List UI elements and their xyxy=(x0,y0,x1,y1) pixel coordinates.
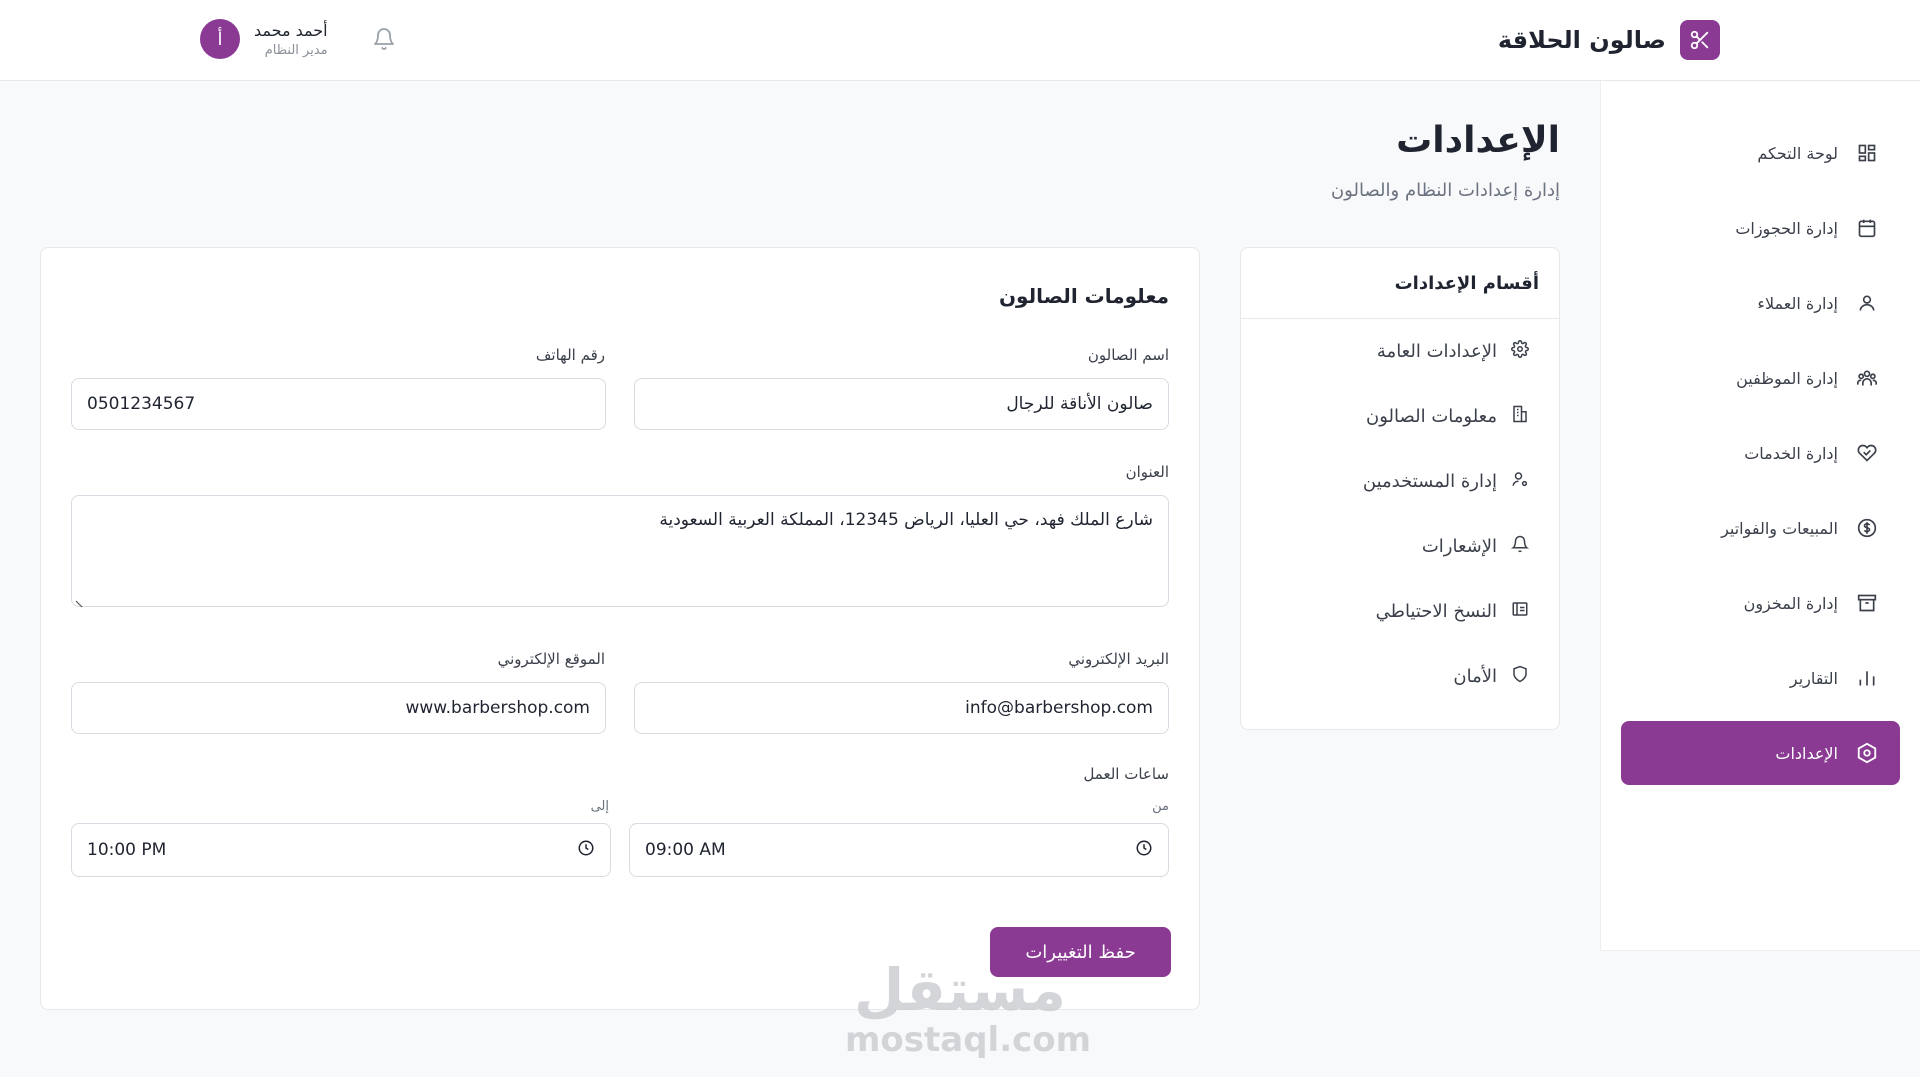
sections-title: أقسام الإعدادات xyxy=(1241,248,1559,319)
page-subtitle: إدارة إعدادات النظام والصالون xyxy=(1330,180,1560,201)
section-label: الإعدادات العامة xyxy=(1376,341,1497,362)
address-label: العنوان xyxy=(1125,463,1169,481)
sidebar-item-label: لوحة التحكم xyxy=(1757,143,1838,163)
user-meta: أحمد محمد مدير النظام xyxy=(254,21,328,58)
sidebar-item-label: التقارير xyxy=(1789,668,1838,688)
watermark-ar: مستقل xyxy=(853,956,1067,1024)
address-text: شارع الملك فهد، حي العليا، الرياض 12345،… xyxy=(659,510,1153,530)
sidebar-item-bookings[interactable]: إدارة الحجوزات xyxy=(1621,196,1900,260)
user-icon xyxy=(1856,292,1878,314)
heart-hand-icon xyxy=(1856,442,1878,464)
sidebar-item-reports[interactable]: التقارير xyxy=(1621,646,1900,710)
sidebar-item-dashboard[interactable]: لوحة التحكم xyxy=(1621,121,1900,185)
sidebar-item-services[interactable]: إدارة الخدمات xyxy=(1621,421,1900,485)
watermark-logo: مستقل mostaql.com xyxy=(845,956,1092,1060)
scissors-icon xyxy=(1680,20,1720,60)
address-textarea[interactable]: شارع الملك فهد، حي العليا، الرياض 12345،… xyxy=(71,495,1169,608)
settings-sections-panel: أقسام الإعدادات الإعدادات العامة معلومات… xyxy=(1240,247,1560,730)
archive-icon xyxy=(1856,592,1878,614)
brand[interactable]: صالون الحلاقة xyxy=(1498,20,1720,60)
section-label: النسخ الاحتياطي xyxy=(1375,601,1497,622)
sidebar-item-label: الإعدادات xyxy=(1775,743,1838,763)
brand-title: صالون الحلاقة xyxy=(1497,26,1666,54)
top-header: صالون الحلاقة أ أحمد محمد مدير النظام xyxy=(0,0,1920,81)
clock-icon[interactable] xyxy=(1135,839,1153,862)
working-hours-label: ساعات العمل xyxy=(1083,765,1169,783)
phone-label: رقم الهاتف xyxy=(535,346,605,364)
sidebar-item-settings[interactable]: الإعدادات xyxy=(1621,721,1900,785)
calendar-icon xyxy=(1856,217,1878,239)
section-backup[interactable]: النسخ الاحتياطي xyxy=(1241,579,1559,644)
to-time-value: 10:00 PM xyxy=(87,840,167,860)
section-security[interactable]: الأمان xyxy=(1241,644,1559,709)
user-name: أحمد محمد xyxy=(254,20,328,40)
sidebar-item-label: إدارة المخزون xyxy=(1743,593,1838,613)
avatar[interactable]: أ xyxy=(200,19,240,59)
email-input[interactable]: info@barbershop.com xyxy=(634,682,1169,734)
section-label: معلومات الصالون xyxy=(1366,406,1497,427)
shield-icon xyxy=(1511,665,1529,688)
sidebar-item-sales[interactable]: المبيعات والفواتير xyxy=(1621,496,1900,560)
page-title: الإعدادات xyxy=(1396,120,1560,161)
gear-icon xyxy=(1511,340,1529,363)
notifications-bell-icon[interactable] xyxy=(370,25,398,53)
section-label: الإشعارات xyxy=(1421,536,1497,557)
salon-name-label: اسم الصالون xyxy=(1087,346,1169,364)
website-input[interactable]: www.barbershop.com xyxy=(71,682,606,734)
section-label: إدارة المستخدمين xyxy=(1362,471,1497,492)
section-label: الأمان xyxy=(1453,666,1497,687)
clock-icon[interactable] xyxy=(577,839,595,862)
sidebar: لوحة التحكم إدارة الحجوزات إدارة العملاء… xyxy=(1600,81,1920,951)
user-area: أ أحمد محمد مدير النظام xyxy=(200,19,398,59)
dashboard-icon xyxy=(1856,142,1878,164)
sidebar-item-label: إدارة الحجوزات xyxy=(1735,218,1838,238)
to-time-input[interactable]: 10:00 PM xyxy=(71,823,611,877)
section-users[interactable]: إدارة المستخدمين xyxy=(1241,449,1559,514)
website-label: الموقع الإلكتروني xyxy=(497,650,605,668)
from-time-value: 09:00 AM xyxy=(645,840,726,860)
user-role: مدير النظام xyxy=(264,42,328,58)
database-icon xyxy=(1511,600,1529,623)
sidebar-item-label: المبيعات والفواتير xyxy=(1721,518,1838,538)
resize-handle-icon[interactable] xyxy=(74,594,84,608)
sidebar-item-label: إدارة الموظفين xyxy=(1736,368,1838,388)
bar-chart-icon xyxy=(1856,667,1878,689)
watermark-en: mostaql.com xyxy=(845,1020,1092,1060)
section-salon-info[interactable]: معلومات الصالون xyxy=(1241,384,1559,449)
salon-info-form: معلومات الصالون اسم الصالون صالون الأناق… xyxy=(40,247,1200,1010)
bell-icon xyxy=(1510,535,1530,558)
sidebar-item-label: إدارة الخدمات xyxy=(1744,443,1838,463)
sidebar-item-employees[interactable]: إدارة الموظفين xyxy=(1621,346,1900,410)
phone-input[interactable]: 0501234567 xyxy=(71,378,606,430)
email-label: البريد الإلكتروني xyxy=(1068,650,1169,668)
section-notifications[interactable]: الإشعارات xyxy=(1241,514,1559,579)
dollar-icon xyxy=(1856,517,1878,539)
sidebar-item-customers[interactable]: إدارة العملاء xyxy=(1621,271,1900,335)
users-icon xyxy=(1856,367,1878,389)
from-label: من xyxy=(1152,799,1169,814)
sidebar-item-label: إدارة العملاء xyxy=(1757,293,1838,313)
from-time-input[interactable]: 09:00 AM xyxy=(629,823,1169,877)
form-title: معلومات الصالون xyxy=(998,284,1169,308)
settings-icon xyxy=(1856,742,1878,764)
section-general[interactable]: الإعدادات العامة xyxy=(1241,319,1559,384)
user-cog-icon xyxy=(1511,470,1529,493)
to-label: إلى xyxy=(590,799,609,814)
building-icon xyxy=(1511,405,1529,428)
sidebar-item-inventory[interactable]: إدارة المخزون xyxy=(1621,571,1900,635)
salon-name-input[interactable]: صالون الأناقة للرجال xyxy=(634,378,1169,430)
